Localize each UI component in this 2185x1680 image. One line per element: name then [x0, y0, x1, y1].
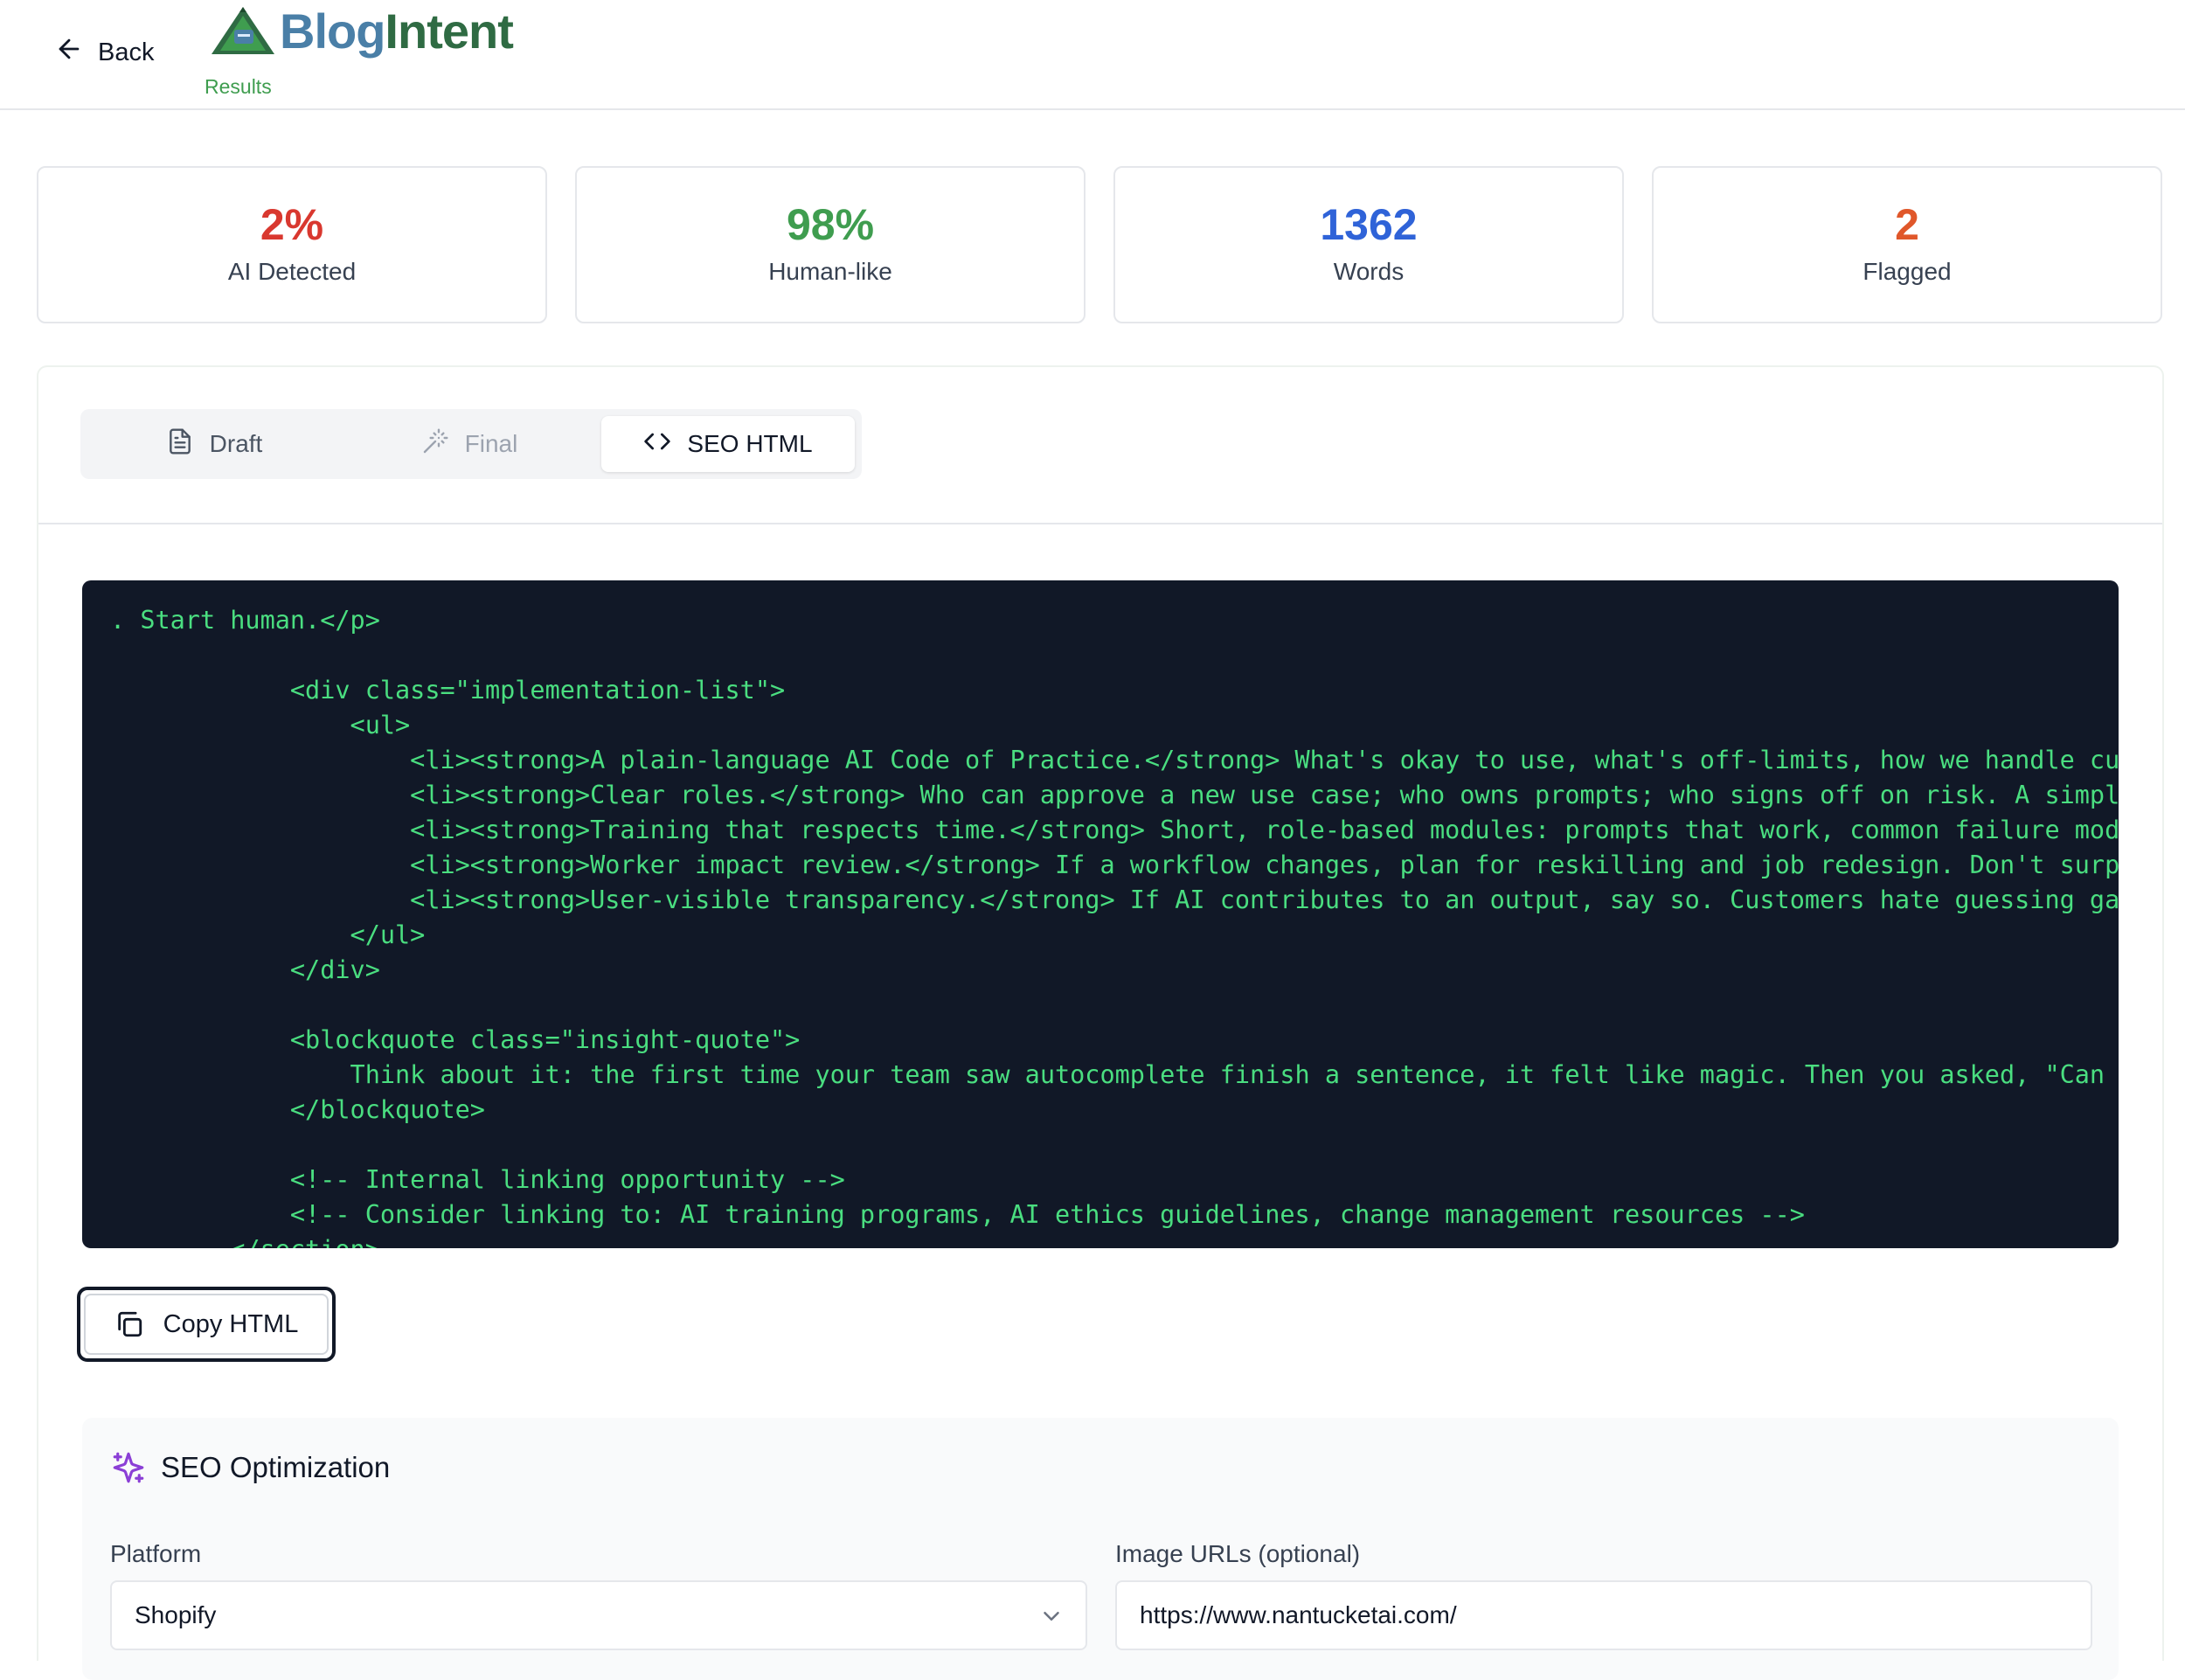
code-line: </section>: [110, 1235, 380, 1248]
stats-row: 2% AI Detected 98% Human-like 1362 Words…: [37, 166, 2162, 323]
code-line: <!-- Internal linking opportunity -->: [289, 1165, 845, 1194]
code-line: </blockquote>: [289, 1095, 485, 1124]
stat-card-words: 1362 Words: [1113, 166, 1624, 323]
platform-select[interactable]: Shopify: [110, 1580, 1087, 1650]
code-line: <li><strong>Training that respects time.…: [410, 816, 2119, 844]
code-line: <li><strong>A plain-language AI Code of …: [410, 746, 2119, 774]
code-line: <div class="implementation-list">: [289, 676, 786, 705]
tab-final-label: Final: [464, 430, 518, 457]
tab-seo-html-label: SEO HTML: [687, 430, 813, 457]
copy-html-button[interactable]: Copy HTML: [77, 1287, 336, 1362]
code-line: </div>: [289, 955, 380, 984]
stat-value: 2%: [260, 200, 324, 249]
stat-card-human-like: 98% Human-like: [575, 166, 1086, 323]
back-label: Back: [98, 38, 155, 66]
content-panel: Draft Final SEO HTML . Start human.</p> …: [37, 365, 2164, 1680]
tab-draft[interactable]: Draft: [87, 416, 341, 472]
back-button[interactable]: Back: [54, 33, 154, 72]
stat-card-ai-detected: 2% AI Detected: [37, 166, 547, 323]
code-line: <ul>: [350, 711, 411, 739]
copy-icon: [117, 1311, 142, 1337]
logo-text-intent: Intent: [385, 3, 513, 59]
image-urls-input[interactable]: https://www.nantucketai.com/: [1115, 1580, 2092, 1650]
code-line: <blockquote class="insight-quote">: [289, 1025, 801, 1054]
logo: BlogIntent: [206, 3, 514, 59]
code-line: <li><strong>User-visible transparency.</…: [410, 885, 2119, 914]
code-icon: [643, 427, 671, 462]
code-line: <li><strong>Clear roles.</strong> Who ca…: [410, 781, 2119, 809]
stat-label: Human-like: [768, 258, 892, 285]
arrow-left-icon: [54, 34, 84, 71]
logo-tent-icon: [212, 7, 274, 54]
top-header: Back BlogIntent Results: [0, 0, 2185, 110]
logo-text-blog: Blog: [280, 3, 385, 59]
view-tabs: Draft Final SEO HTML: [80, 409, 862, 479]
html-code-viewer[interactable]: . Start human.</p> <div class="implement…: [82, 580, 2119, 1248]
stat-value: 2: [1895, 200, 1919, 249]
image-urls-value: https://www.nantucketai.com/: [1140, 1601, 1457, 1628]
document-icon: [166, 427, 194, 462]
sparkles-icon: [113, 1452, 144, 1483]
seo-optimization-section: SEO Optimization Platform Shopify Image …: [82, 1418, 2119, 1680]
stat-card-flagged: 2 Flagged: [1652, 166, 2162, 323]
seo-section-title: SEO Optimization: [110, 1449, 390, 1486]
stat-label: AI Detected: [227, 258, 357, 285]
code-content: . Start human.</p> <div class="implement…: [82, 580, 2119, 1248]
tab-draft-label: Draft: [209, 430, 263, 457]
stat-value: 98%: [786, 200, 875, 249]
code-line: </ul>: [350, 920, 426, 949]
code-line: Think about it: the first time your team…: [350, 1060, 2105, 1089]
tab-seo-html[interactable]: SEO HTML: [601, 416, 855, 472]
copy-html-label: Copy HTML: [163, 1309, 299, 1338]
page-subtitle: Results: [205, 75, 272, 98]
magic-wand-icon: [421, 427, 449, 462]
seo-title-text: SEO Optimization: [161, 1451, 391, 1483]
stat-label: Words: [1333, 258, 1405, 285]
code-line: . Start human.</p>: [110, 606, 380, 635]
stat-label: Flagged: [1862, 258, 1952, 285]
code-line: <li><strong>Worker impact review.</stron…: [410, 850, 2119, 879]
platform-selected-value: Shopify: [135, 1601, 217, 1628]
image-urls-label: Image URLs (optional): [1115, 1540, 1361, 1567]
tab-final[interactable]: Final: [343, 416, 596, 472]
code-line: <!-- Consider linking to: AI training pr…: [289, 1200, 1805, 1229]
stat-value: 1362: [1320, 200, 1418, 249]
chevron-down-icon: [1044, 1612, 1059, 1621]
tabs-area: Draft Final SEO HTML: [38, 367, 2162, 524]
platform-label: Platform: [110, 1540, 202, 1567]
